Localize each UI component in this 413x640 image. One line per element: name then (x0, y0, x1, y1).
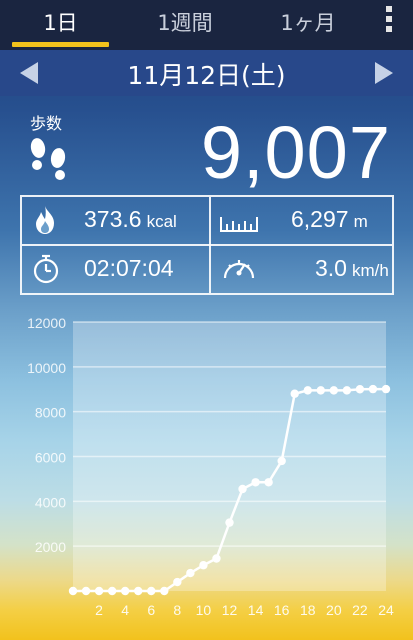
data-point (290, 389, 299, 398)
data-point (303, 386, 312, 395)
x-tick-label: 4 (121, 602, 129, 618)
y-tick-label: 10000 (27, 360, 66, 376)
x-tick-label: 20 (326, 602, 342, 618)
x-tick-label: 16 (274, 602, 290, 618)
flame-icon (36, 206, 54, 234)
data-point (94, 586, 104, 596)
data-point (381, 384, 391, 394)
speedometer-icon (223, 260, 255, 279)
distance-cell: 6,297 m (211, 197, 396, 244)
date-navigator: 11月12日(土) (0, 50, 413, 96)
x-tick-label: 18 (300, 602, 316, 618)
stopwatch-icon (33, 254, 59, 284)
speed-value: 3.0 km/h (315, 255, 389, 281)
data-point (134, 586, 143, 596)
more-vertical-icon[interactable] (383, 6, 395, 34)
data-point (160, 586, 169, 596)
y-tick-label: 12000 (27, 315, 66, 331)
data-point (277, 456, 286, 466)
x-tick-label: 24 (378, 602, 394, 618)
data-point (186, 568, 195, 578)
data-point (368, 384, 378, 394)
y-tick-label: 2000 (35, 539, 66, 555)
x-tick-label: 14 (248, 602, 264, 618)
stats-grid: 373.6 kcal 6,297 m 02:07:04 3.0 km/h (20, 195, 394, 295)
x-tick-label: 22 (352, 602, 368, 618)
distance-value: 6,297 m (291, 206, 368, 232)
steps-count: 9,007 (200, 111, 391, 194)
y-tick-label: 8000 (35, 405, 66, 421)
data-point (120, 586, 130, 596)
steps-label: 歩数 (30, 114, 63, 133)
data-point (107, 586, 117, 596)
x-tick-label: 2 (95, 602, 103, 618)
data-point (355, 385, 365, 394)
x-tick-label: 6 (147, 602, 155, 618)
current-date: 11月12日(土) (127, 61, 286, 90)
data-point (225, 518, 234, 527)
data-point (329, 386, 339, 395)
hourly-steps-chart: 200040006000800010000120002 4 6 8 10 12 14 16 18… (27, 315, 394, 618)
ruler-icon (220, 217, 258, 232)
data-point (173, 577, 182, 587)
data-point (199, 561, 208, 570)
data-point (264, 478, 273, 487)
data-point (316, 386, 325, 395)
calories-value: 373.6 kcal (84, 206, 177, 232)
data-point (251, 478, 260, 487)
data-point (68, 586, 78, 596)
data-point (212, 554, 221, 563)
calories-cell: 373.6 kcal (22, 197, 207, 244)
data-point (238, 484, 247, 494)
active-tab-indicator (12, 42, 109, 47)
x-tick-label: 10 (196, 602, 212, 618)
period-tab-bar: 1日 1週間 1ヶ月 (0, 0, 413, 50)
tab-month[interactable]: 1ヶ月 (262, 0, 354, 50)
data-point (342, 386, 352, 395)
y-tick-label: 6000 (35, 450, 66, 466)
speed-cell: 3.0 km/h (211, 246, 396, 293)
footprints-icon (30, 138, 66, 180)
data-point (147, 586, 156, 596)
y-tick-label: 4000 (35, 494, 66, 510)
x-tick-label: 12 (222, 602, 238, 618)
time-value: 02:07:04 (84, 255, 174, 281)
x-tick-label: 8 (173, 602, 181, 618)
time-cell: 02:07:04 (22, 246, 207, 293)
data-point (81, 586, 91, 596)
tab-week[interactable]: 1週間 (135, 0, 235, 50)
arrow-right-icon[interactable] (375, 62, 393, 84)
